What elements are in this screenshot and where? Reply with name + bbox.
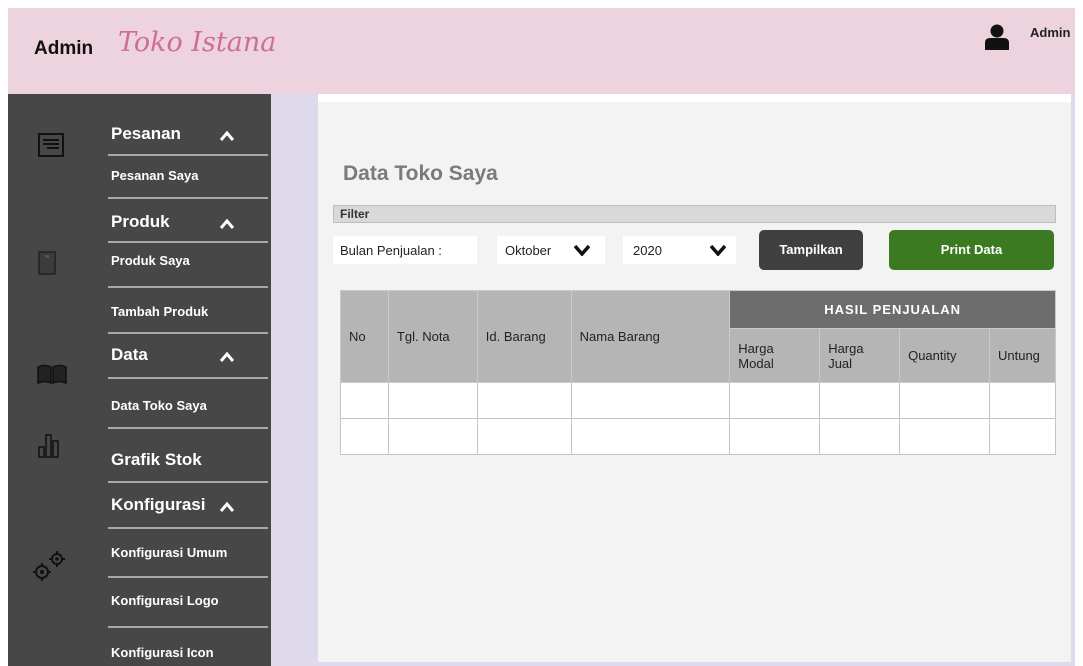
top-header: Admin Toko Istana Admin [8,8,1075,94]
chevron-up-icon[interactable] [220,131,234,141]
table-cell [819,382,901,419]
table-cell [988,418,1057,455]
table-cell [819,418,901,455]
sidebar-item-data-toko-saya[interactable]: Data Toko Saya [111,398,207,413]
table-cell [729,382,821,419]
divider [108,332,268,334]
divider [108,427,268,429]
column-header-harga-jual-text: Harga Jual [828,340,864,371]
document-icon [38,133,64,157]
chevron-down-icon [710,245,726,256]
table-cell [476,382,572,419]
menu-grafik-stok[interactable]: Grafik Stok [111,450,202,470]
divider [108,626,268,628]
table-cell [729,418,821,455]
content-border-right [1071,94,1075,666]
table-cell [476,418,572,455]
user-menu-name[interactable]: Admin [1030,25,1070,40]
table-cell [387,418,478,455]
brand-admin-label: Admin [34,38,94,59]
main-content: Data Toko Saya Filter Bulan Penjualan : … [318,102,1071,662]
phone-icon [38,251,56,275]
table-row [340,382,1057,419]
sidebar-item-konfigurasi-logo[interactable]: Konfigurasi Logo [111,593,219,608]
table-cell [899,382,990,419]
bar-chart-icon [38,434,59,458]
show-button[interactable]: Tampilkan [759,230,863,270]
sidebar-item-produk-saya[interactable]: Produk Saya [111,253,190,268]
divider [108,527,268,529]
sidebar-item-pesanan-saya[interactable]: Pesanan Saya [111,168,198,183]
content-gutter [271,94,318,666]
table-cell [988,382,1057,419]
divider [108,481,268,483]
column-header-untung: Untung [988,328,1057,383]
table-cell [570,418,731,455]
menu-konfigurasi[interactable]: Konfigurasi [111,495,205,515]
table-row [340,418,1057,455]
column-header-quantity: Quantity [899,328,990,383]
column-header-tgl-nota: Tgl. Nota [387,290,478,383]
menu-produk[interactable]: Produk [111,212,170,232]
column-header-nama-barang: Nama Barang [570,290,731,383]
content-border-bottom [318,662,1075,666]
sidebar-item-tambah-produk[interactable]: Tambah Produk [111,304,208,319]
filter-bar: Filter [333,205,1056,223]
sidebar-item-konfigurasi-umum[interactable]: Konfigurasi Umum [111,545,227,560]
divider [108,197,268,199]
sales-table: No Tgl. Nota Id. Barang Nama Barang HASI… [340,290,1057,455]
table-cell [899,418,990,455]
table-cell [387,382,478,419]
user-icon[interactable] [985,24,1009,50]
print-data-button[interactable]: Print Data [889,230,1054,270]
store-logo-text: Toko Istana [118,27,277,58]
table-cell [340,382,389,419]
sidebar: Pesanan Pesanan Saya Produk Produk Saya … [8,94,271,666]
divider [108,377,268,379]
table-cell [340,418,389,455]
group-header-hasil-penjualan: HASIL PENJUALAN [729,290,1056,329]
book-icon [37,364,67,385]
month-select-value: Oktober [505,243,552,258]
page-title: Data Toko Saya [343,162,498,185]
divider [108,154,268,156]
chevron-up-icon[interactable] [220,502,234,512]
divider [108,241,268,243]
divider [108,576,268,578]
column-header-id-barang: Id. Barang [476,290,572,383]
app-window: Admin Toko Istana Admin Pesanan Pesanan … [8,8,1075,666]
year-select-value: 2020 [633,243,662,258]
gears-icon [33,551,65,581]
table-cell [570,382,731,419]
column-header-harga-modal: Harga Modal [729,328,821,383]
month-select[interactable]: Oktober [497,236,605,264]
column-header-no: No [340,290,389,383]
menu-data[interactable]: Data [111,345,148,365]
divider [108,286,268,288]
sidebar-item-konfigurasi-icon[interactable]: Konfigurasi Icon [111,645,214,660]
month-filter-label-text: Bulan Penjualan : [340,243,442,258]
menu-pesanan[interactable]: Pesanan [111,124,181,144]
month-filter-label: Bulan Penjualan : [333,236,477,264]
chevron-up-icon[interactable] [220,352,234,362]
filter-title: Filter [340,207,370,221]
column-header-harga-jual: Harga Jual [819,328,901,383]
column-header-harga-modal-text: Harga Modal [738,340,774,371]
chevron-down-icon [574,245,590,256]
chevron-up-icon[interactable] [220,219,234,229]
year-select[interactable]: 2020 [623,236,736,264]
